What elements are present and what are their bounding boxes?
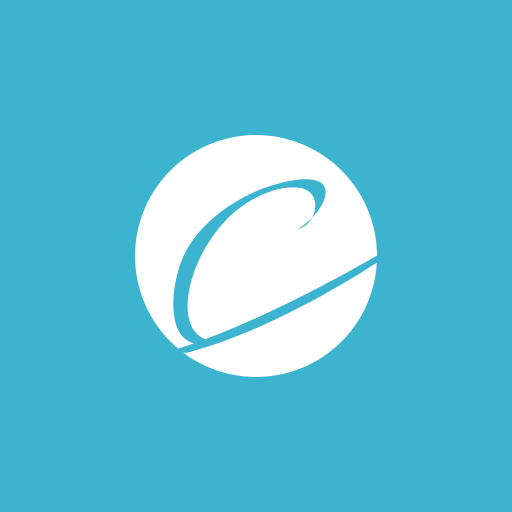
app-icon-tile [0, 0, 512, 512]
logo-circle [135, 135, 377, 377]
script-c-logo-icon [135, 135, 378, 377]
